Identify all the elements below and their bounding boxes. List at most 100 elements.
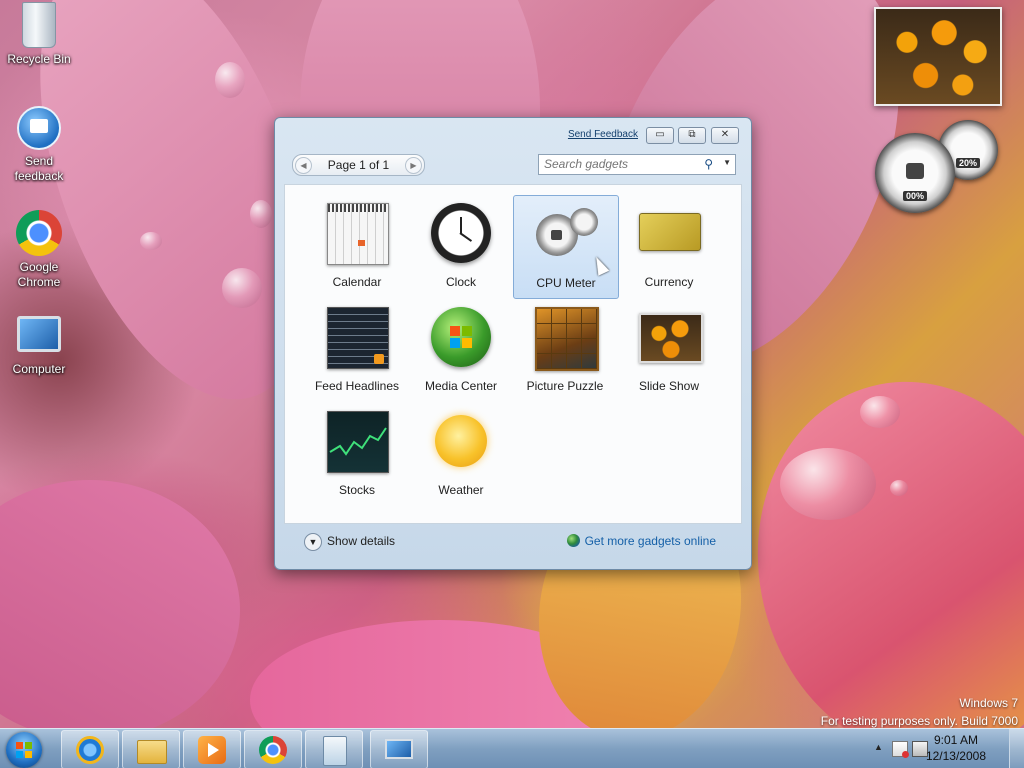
chevron-down-icon: ▼	[304, 533, 322, 551]
recycle-bin-icon	[22, 2, 56, 48]
clock-icon	[431, 203, 491, 263]
media-center-icon	[431, 307, 491, 367]
page-navigator: ◀ Page 1 of 1 ▶	[292, 154, 425, 176]
calendar-icon	[327, 203, 389, 265]
next-page-button[interactable]: ▶	[405, 157, 422, 174]
desktop-icon-label: Send feedback	[14, 154, 64, 183]
search-box: ⚲ ▼	[538, 154, 736, 175]
gadget-name: Slide Show	[638, 379, 700, 393]
currency-icon	[639, 213, 701, 251]
monitor-icon	[385, 739, 413, 759]
weather-sun-icon	[435, 415, 487, 467]
chrome-icon	[16, 210, 62, 256]
computer-icon	[17, 316, 61, 352]
gadget-name: Picture Puzzle	[526, 379, 604, 393]
minimize-icon: ▭	[655, 129, 665, 140]
taskbar-button-gadgets[interactable]	[305, 730, 363, 768]
desktop-icon-label: Computer	[12, 362, 66, 376]
stocks-icon	[327, 411, 389, 473]
restore-button[interactable]: ⧉	[678, 127, 706, 144]
gadget-tile-currency[interactable]: Currency	[617, 195, 721, 297]
desktop-icon-send-feedback[interactable]: Send feedback	[1, 106, 77, 184]
gadget-name: Feed Headlines	[314, 379, 400, 393]
gadget-tile-stocks[interactable]: Stocks	[305, 403, 409, 505]
desktop-icon-label: Recycle Bin	[7, 52, 71, 66]
globe-icon	[566, 534, 580, 547]
gadgets-icon	[323, 736, 347, 766]
water-drop	[250, 200, 272, 228]
gadget-tile-weather[interactable]: Weather	[409, 403, 513, 505]
send-feedback-icon	[17, 106, 61, 150]
desktop-icon-google-chrome[interactable]: Google Chrome	[1, 210, 77, 290]
chip-icon	[906, 163, 924, 179]
cpu-percent: 00%	[902, 191, 928, 201]
search-input[interactable]	[539, 155, 694, 173]
start-button[interactable]	[6, 732, 42, 768]
minimize-button[interactable]: ▭	[646, 127, 674, 144]
water-drop	[215, 62, 245, 98]
gadget-tile-clock[interactable]: Clock	[409, 195, 513, 297]
close-button[interactable]: ✕	[711, 127, 739, 144]
gadget-tile-feed-headlines[interactable]: Feed Headlines	[305, 299, 409, 401]
slide-show-gadget[interactable]	[874, 7, 1002, 106]
internet-explorer-icon	[76, 736, 104, 764]
taskbar-button-google-chrome[interactable]	[244, 730, 302, 768]
gallery-footer: ▼ Show details Get more gadgets online	[284, 523, 740, 561]
watermark-line1: Windows 7	[959, 696, 1018, 710]
get-more-gadgets-link[interactable]: Get more gadgets online	[566, 534, 716, 548]
water-drop	[140, 232, 162, 250]
cpu-meter-cpu-dial[interactable]: 00%	[875, 133, 955, 213]
gadget-name: CPU Meter	[536, 276, 596, 290]
picture-puzzle-icon	[535, 307, 599, 371]
windows-logo-icon	[16, 742, 32, 758]
water-drop	[780, 448, 876, 520]
gadget-name: Clock	[445, 275, 476, 289]
show-desktop-button[interactable]	[1009, 729, 1024, 768]
slide-show-icon	[639, 313, 703, 363]
gadget-tile-cpu-meter[interactable]: CPU Meter	[513, 195, 619, 299]
water-drop	[222, 268, 262, 308]
clock-date: 12/13/2008	[925, 749, 986, 763]
build-watermark: Windows 7 For testing purposes only. Bui…	[821, 694, 1018, 730]
desktop-icon-computer[interactable]: Computer	[1, 316, 77, 377]
cpu-meter-icon	[536, 204, 598, 264]
feed-headlines-icon	[327, 307, 389, 369]
gadget-name: Stocks	[338, 483, 375, 497]
clock-time: 9:01 AM	[933, 733, 978, 747]
stocks-line-icon	[329, 427, 387, 456]
show-details-label: Show details	[327, 534, 396, 549]
water-drop	[890, 480, 908, 496]
gadget-name: Media Center	[424, 379, 498, 393]
gadget-tile-calendar[interactable]: Calendar	[305, 195, 409, 297]
gadget-name: Weather	[438, 483, 484, 497]
petal	[0, 480, 240, 728]
taskbar-button-windows-explorer[interactable]	[122, 730, 180, 768]
gadget-grid: Calendar Clock CPU Meter Currency Feed H…	[284, 184, 742, 524]
memory-percent: 20%	[955, 158, 981, 168]
close-icon: ✕	[720, 129, 730, 140]
show-hidden-icons-button[interactable]: ▲	[874, 742, 883, 752]
taskbar-button-internet-explorer[interactable]	[61, 730, 119, 768]
search-icon[interactable]: ⚲	[704, 157, 713, 171]
water-drop	[860, 396, 900, 428]
chrome-icon	[259, 736, 287, 764]
desktop-icon-label: Google Chrome	[17, 260, 61, 289]
gadget-name: Calendar	[332, 275, 382, 289]
media-player-icon	[198, 736, 226, 764]
gadgets-gallery-window: Send Feedback ▭ ⧉ ✕ ◀ Page 1 of 1 ▶ ⚲ ▼ …	[274, 117, 752, 570]
desktop-icon-recycle-bin[interactable]: Recycle Bin	[1, 2, 77, 67]
show-details-button[interactable]: ▼ Show details	[304, 533, 395, 551]
search-dropdown-icon[interactable]: ▼	[723, 158, 731, 167]
taskbar-button-control-panel[interactable]	[370, 730, 428, 768]
gadget-tile-slide-show[interactable]: Slide Show	[617, 299, 721, 401]
taskbar-button-media-player[interactable]	[183, 730, 241, 768]
taskbar: ▲ 9:01 AM 12/13/2008	[0, 728, 1024, 768]
send-feedback-link[interactable]: Send Feedback	[568, 129, 638, 140]
taskbar-clock[interactable]: 9:01 AM 12/13/2008	[926, 732, 986, 764]
system-tray: ▲ 9:01 AM 12/13/2008	[864, 729, 1024, 768]
folder-icon	[137, 740, 167, 764]
gadget-tile-media-center[interactable]: Media Center	[409, 299, 513, 401]
action-center-flag-icon[interactable]	[892, 741, 909, 758]
get-more-label: Get more gadgets online	[584, 534, 716, 548]
gadget-tile-picture-puzzle[interactable]: Picture Puzzle	[513, 299, 617, 401]
